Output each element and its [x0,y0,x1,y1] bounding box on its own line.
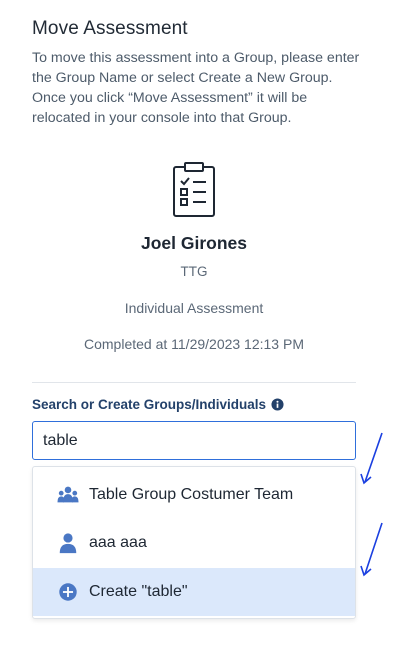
assessment-type: Individual Assessment [124,300,264,316]
person-icon [59,533,77,554]
option-label: Table Group Costumer Team [89,486,294,503]
search-label: Search or Create Groups/Individuals [32,397,284,412]
search-label-text: Search or Create Groups/Individuals [32,397,267,412]
annotation-arrow [360,432,383,485]
dropdown-option-create[interactable]: Create "table" [33,568,355,616]
dialog-title: Move Assessment [32,18,188,39]
divider [32,382,356,383]
organization-label: TTG [180,264,208,279]
search-results-dropdown: Table Group Costumer Team aaa aaa Create… [32,466,356,619]
dropdown-option-group[interactable]: Table Group Costumer Team [33,471,355,519]
move-assessment-panel: Move Assessment To move this assessment … [0,0,395,645]
plus-circle-icon [59,583,77,601]
option-label: aaa aaa [89,534,147,551]
group-icon [57,486,79,503]
search-input[interactable] [32,421,356,460]
completed-timestamp: Completed at 11/29/2023 12:13 PM [83,336,304,352]
annotation-arrow [360,522,383,577]
clipboard-checklist-icon [173,162,215,217]
person-name: Joel Girones [140,233,247,253]
info-circle-icon[interactable] [271,398,284,411]
option-label: Create "table" [89,583,188,600]
dropdown-option-individual[interactable]: aaa aaa [33,519,355,567]
dialog-description: To move this assessment into a Group, pl… [32,50,360,126]
